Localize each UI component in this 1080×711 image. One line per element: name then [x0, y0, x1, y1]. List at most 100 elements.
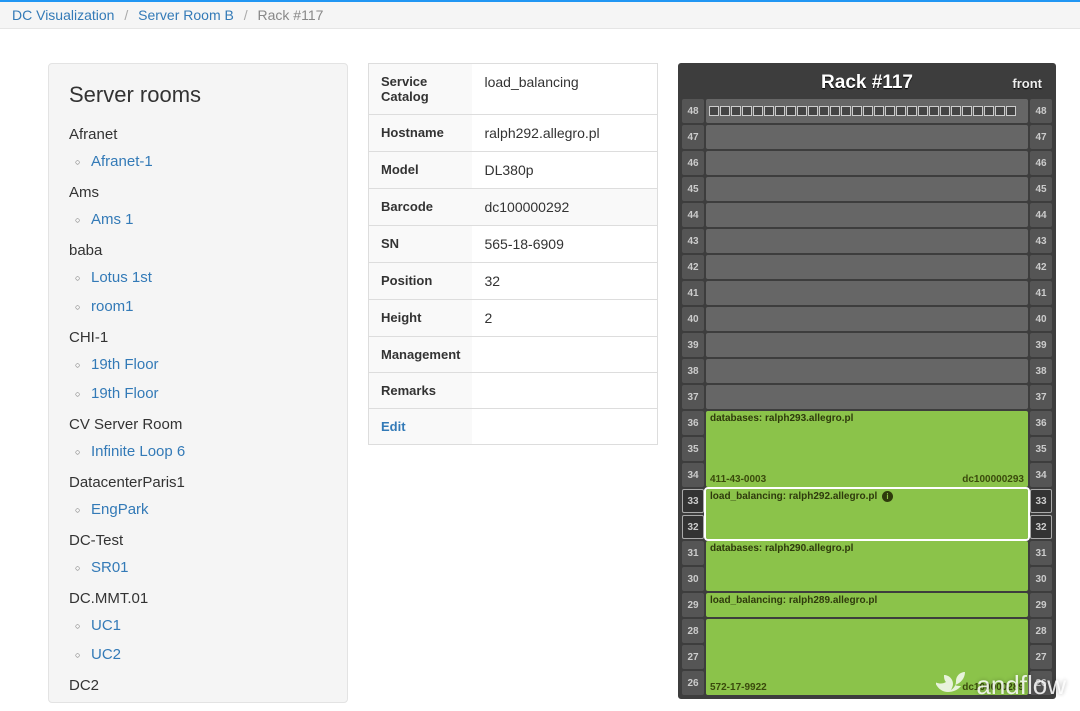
rack-unit-number[interactable]: 43 — [1030, 229, 1052, 253]
rack-unit-number[interactable]: 27 — [1030, 645, 1052, 669]
datacenter-name: CHI-1 — [69, 325, 327, 350]
rack-unit-number[interactable]: 42 — [1030, 255, 1052, 279]
rack-device[interactable]: databases: ralph290.allegro.pl — [706, 541, 1028, 591]
rack-unit-number[interactable]: 31 — [682, 541, 704, 565]
rack-unit-number[interactable]: 39 — [1030, 333, 1052, 357]
server-rooms-sidebar: Server rooms AfranetAfranet-1AmsAms 1bab… — [48, 63, 348, 703]
rack-unit-number[interactable]: 38 — [682, 359, 704, 383]
rack-empty-slot[interactable] — [706, 307, 1028, 331]
rack-unit-number[interactable]: 30 — [1030, 567, 1052, 591]
edit-link[interactable]: Edit — [381, 419, 406, 434]
rack-unit-number[interactable]: 36 — [1030, 411, 1052, 435]
rack-unit-number[interactable]: 39 — [682, 333, 704, 357]
rack-empty-slot[interactable] — [706, 177, 1028, 201]
rack-unit-number[interactable]: 37 — [682, 385, 704, 409]
rack-unit-number[interactable]: 32 — [682, 515, 704, 539]
room-link[interactable]: 19th Floor — [91, 385, 159, 402]
rack-unit-number[interactable]: 26 — [1030, 671, 1052, 695]
room-link[interactable]: 19th Floor — [91, 356, 159, 373]
room-list-item: Infinite Loop 6 — [91, 437, 327, 466]
rack-unit-number[interactable]: 46 — [682, 151, 704, 175]
rack-unit-number[interactable]: 47 — [682, 125, 704, 149]
rack-unit-number[interactable]: 36 — [682, 411, 704, 435]
rack-pdu-row[interactable] — [706, 99, 1028, 123]
rack-unit-number[interactable]: 27 — [682, 645, 704, 669]
rack-unit-number[interactable]: 41 — [682, 281, 704, 305]
rack-unit-number[interactable]: 41 — [1030, 281, 1052, 305]
room-link[interactable]: Infinite Loop 6 — [91, 443, 185, 460]
rack-unit-number[interactable]: 31 — [1030, 541, 1052, 565]
room-link[interactable]: Ams 1 — [91, 211, 134, 228]
room-link[interactable]: UC1 — [91, 617, 121, 634]
rack-unit-number[interactable]: 38 — [1030, 359, 1052, 383]
rack-empty-slot[interactable] — [706, 151, 1028, 175]
rack-unit-number[interactable]: 34 — [682, 463, 704, 487]
breadcrumb-server-room[interactable]: Server Room B — [138, 7, 234, 23]
room-link[interactable]: room1 — [91, 298, 134, 315]
rack-unit-number[interactable]: 46 — [1030, 151, 1052, 175]
rack-empty-slot[interactable] — [706, 203, 1028, 227]
datacenter-name: DatacenterParis1 — [69, 470, 327, 495]
room-list-item: UC1 — [91, 611, 327, 640]
rack-title: Rack #117 — [821, 72, 913, 94]
room-link[interactable]: SR01 — [91, 559, 129, 576]
rack-unit-number[interactable]: 34 — [1030, 463, 1052, 487]
device-detail-panel: Service Catalogload_balancingHostnameral… — [368, 63, 658, 703]
breadcrumb-dc-viz[interactable]: DC Visualization — [12, 7, 114, 23]
room-link[interactable]: UC2 — [91, 646, 121, 663]
rack-empty-slot[interactable] — [706, 255, 1028, 279]
rack-unit-number[interactable]: 28 — [1030, 619, 1052, 643]
rack-unit-number[interactable]: 26 — [682, 671, 704, 695]
detail-field-value: 2 — [472, 300, 657, 337]
room-link[interactable]: EngPark — [91, 501, 149, 518]
rack-device[interactable]: databases: ralph293.allegro.pl411-43-000… — [706, 411, 1028, 487]
rack-side-label: front — [1012, 76, 1042, 91]
detail-field-value: DL380p — [472, 152, 657, 189]
rack-empty-slot[interactable] — [706, 229, 1028, 253]
rack-unit-number[interactable]: 32 — [1030, 515, 1052, 539]
rack-unit-number[interactable]: 44 — [682, 203, 704, 227]
detail-field-label: Height — [369, 300, 473, 337]
rack-unit-number[interactable]: 40 — [682, 307, 704, 331]
rack-unit-number[interactable]: 29 — [682, 593, 704, 617]
rack-unit-number[interactable]: 28 — [682, 619, 704, 643]
rack-unit-number[interactable]: 35 — [1030, 437, 1052, 461]
rack-unit-number[interactable]: 33 — [1030, 489, 1052, 513]
rack-unit-number[interactable]: 42 — [682, 255, 704, 279]
room-link[interactable]: Lotus 1st — [91, 269, 152, 286]
detail-field-value: 32 — [472, 263, 657, 300]
rack-empty-slot[interactable] — [706, 385, 1028, 409]
rack-unit-number[interactable]: 45 — [682, 177, 704, 201]
rack-empty-slot[interactable] — [706, 281, 1028, 305]
datacenter-name: baba — [69, 238, 327, 263]
sidebar-title: Server rooms — [69, 82, 327, 108]
detail-field-label: Management — [369, 337, 473, 373]
rack-unit-number[interactable]: 44 — [1030, 203, 1052, 227]
rack-device[interactable]: load_balancing: ralph292.allegro.pl i — [706, 489, 1028, 539]
room-list-item: Server Room B — [91, 698, 327, 703]
rack-unit-number[interactable]: 48 — [682, 99, 704, 123]
rack-empty-slot[interactable] — [706, 125, 1028, 149]
rack-unit-number[interactable]: 45 — [1030, 177, 1052, 201]
detail-field-value: ralph292.allegro.pl — [472, 115, 657, 152]
rack-device[interactable]: load_balancing: ralph289.allegro.pl — [706, 593, 1028, 617]
rack-unit-number[interactable]: 33 — [682, 489, 704, 513]
room-list-item: 19th Floor — [91, 379, 327, 408]
room-link[interactable]: Afranet-1 — [91, 153, 153, 170]
rack-unit-number[interactable]: 47 — [1030, 125, 1052, 149]
datacenter-name: CV Server Room — [69, 412, 327, 437]
rack-empty-slot[interactable] — [706, 359, 1028, 383]
rack-unit-number[interactable]: 37 — [1030, 385, 1052, 409]
rack-unit-number[interactable]: 40 — [1030, 307, 1052, 331]
detail-field-value: dc100000292 — [472, 189, 657, 226]
datacenter-name: DC2 — [69, 673, 327, 698]
rack-unit-number[interactable]: 48 — [1030, 99, 1052, 123]
room-list-item: Ams 1 — [91, 205, 327, 234]
rack-unit-number[interactable]: 30 — [682, 567, 704, 591]
rack-empty-slot[interactable] — [706, 333, 1028, 357]
rack-unit-number[interactable]: 43 — [682, 229, 704, 253]
rack-unit-number[interactable]: 35 — [682, 437, 704, 461]
rack-device[interactable]: 572-17-9922dc100000289 — [706, 619, 1028, 695]
rack-unit-number[interactable]: 29 — [1030, 593, 1052, 617]
detail-field-value — [472, 373, 657, 409]
